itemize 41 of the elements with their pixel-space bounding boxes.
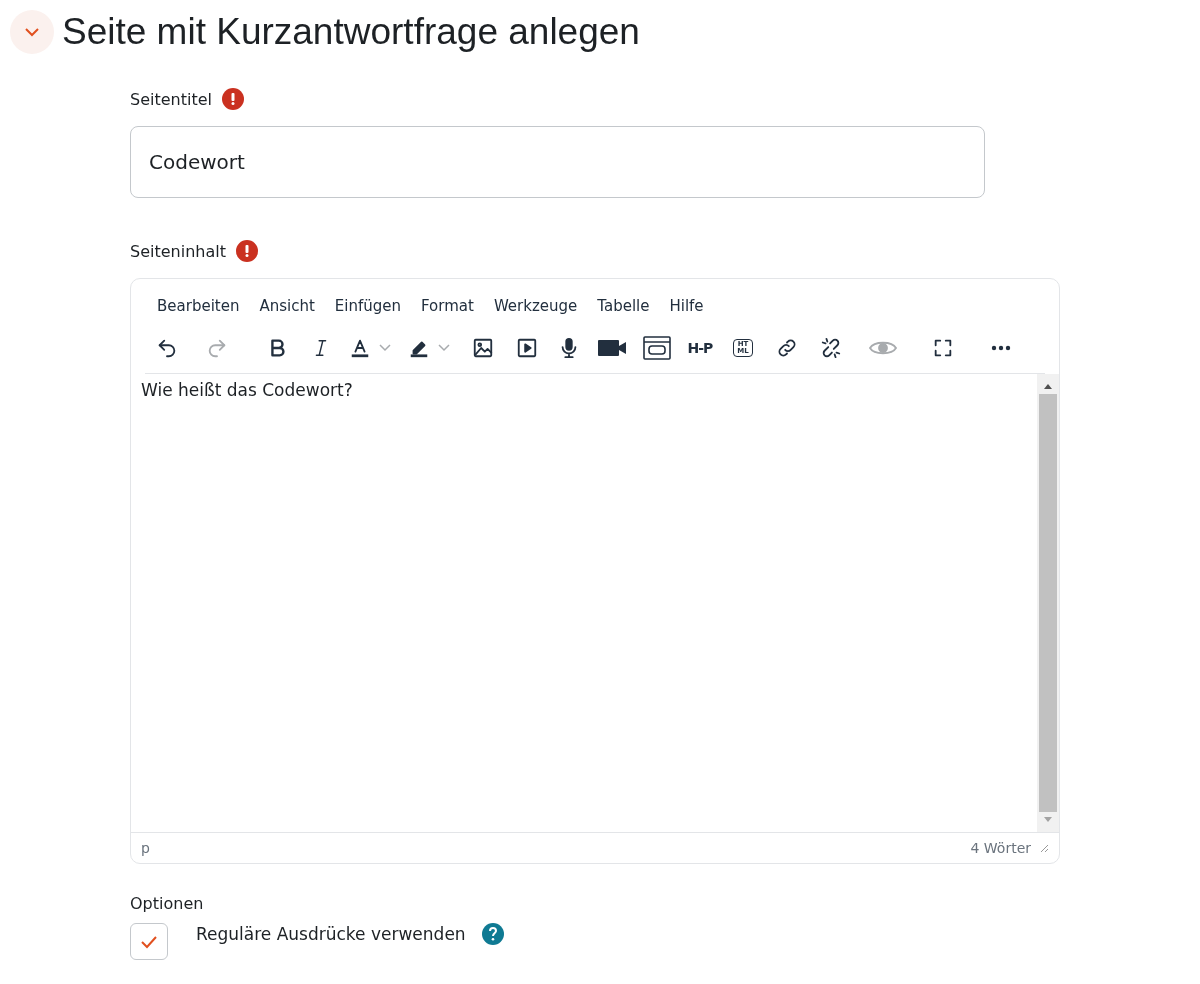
- link-icon: [776, 337, 798, 359]
- scrollbar-thumb[interactable]: [1039, 394, 1057, 812]
- checkbox-label: Reguläre Ausdrücke verwenden: [196, 924, 466, 944]
- field-label: Seitentitel: [130, 89, 212, 109]
- menu-item[interactable]: Einfügen: [324, 297, 411, 315]
- broken-link-icon: [820, 337, 842, 359]
- checkbox[interactable]: [130, 923, 168, 960]
- options-label: Optionen: [130, 894, 204, 913]
- checkmark-icon: [140, 934, 158, 949]
- undo-icon: [156, 337, 178, 359]
- more-icon: [991, 345, 1011, 351]
- editor-text: Wie heißt das Codewort?: [141, 380, 353, 400]
- h5p-label: H-P: [687, 340, 713, 356]
- embed-icon: [643, 336, 671, 360]
- element-path: p: [141, 840, 150, 856]
- chevron-icon: [24, 27, 40, 37]
- play-icon: [516, 337, 538, 359]
- section-heading: Seite mit Kurzantwortfrage anlegen: [62, 11, 640, 53]
- menu-item[interactable]: Werkzeuge: [483, 297, 588, 315]
- text-color-icon: [349, 337, 371, 359]
- caret-icon: [379, 344, 391, 352]
- resize-handle-icon[interactable]: [1039, 843, 1049, 853]
- scroll-up-icon: [1043, 382, 1053, 390]
- scrollbar[interactable]: [1037, 374, 1059, 832]
- menu-item[interactable]: Bearbeiten: [147, 297, 250, 315]
- menu-item[interactable]: Hilfe: [659, 297, 714, 315]
- menu-item[interactable]: Format: [411, 297, 484, 315]
- field-label: Seiteninhalt: [130, 241, 226, 261]
- menu-item[interactable]: Ansicht: [249, 297, 325, 315]
- video-camera-icon: [597, 337, 627, 359]
- help-icon[interactable]: [481, 923, 504, 945]
- word-count: 4 Wörter: [970, 840, 1031, 856]
- toolbar-button[interactable]: H-P: [679, 331, 721, 365]
- fullscreen-icon: [932, 337, 954, 359]
- menu-item[interactable]: Tabelle: [587, 297, 660, 315]
- caret-icon: [438, 344, 450, 352]
- title-input[interactable]: Codewort: [130, 126, 985, 198]
- scroll-down-icon: [1043, 816, 1053, 824]
- collapse-toggle[interactable]: [10, 10, 54, 54]
- image-icon: [472, 337, 494, 359]
- redo-icon: [206, 337, 228, 359]
